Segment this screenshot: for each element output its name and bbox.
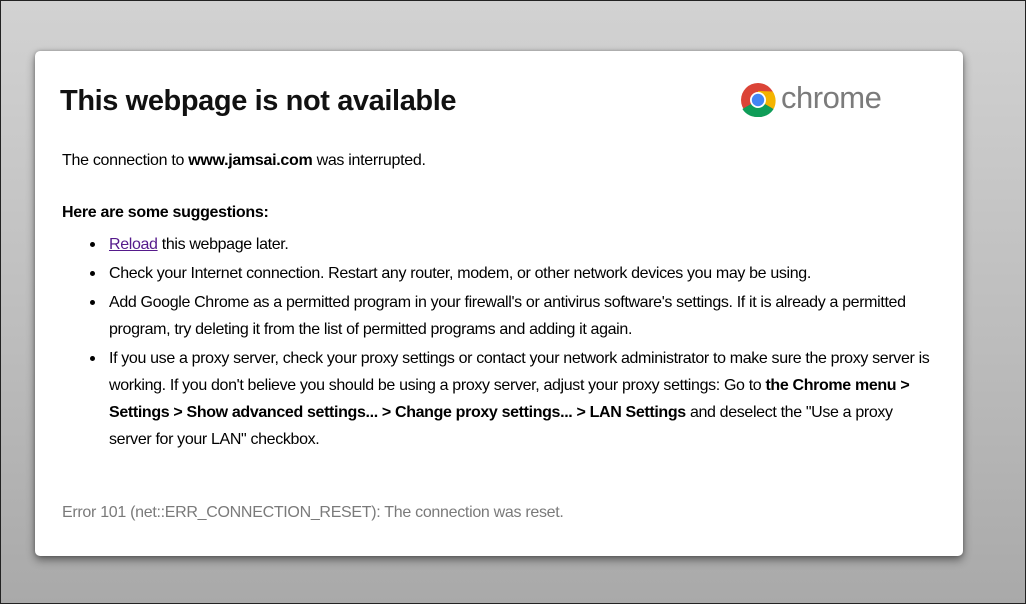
reload-link[interactable]: Reload [109, 236, 158, 253]
chrome-logo-icon [740, 82, 776, 118]
suggestion-proxy: If you use a proxy server, check your pr… [90, 345, 939, 453]
suggestions-list: Reload this webpage later. Check your In… [90, 231, 939, 455]
check-connection-text: Check your Internet connection. Restart … [109, 265, 811, 282]
connection-message: The connection to www.jamsai.com was int… [62, 152, 426, 170]
suggestion-firewall: Add Google Chrome as a permitted program… [90, 289, 939, 343]
suggestions-heading: Here are some suggestions: [62, 204, 269, 221]
suggestion-check-connection: Check your Internet connection. Restart … [90, 260, 939, 287]
error-card: chrome This webpage is not available The… [35, 51, 963, 556]
chrome-brand: chrome [740, 78, 882, 122]
host-name: www.jamsai.com [188, 152, 313, 169]
page-title: This webpage is not available [60, 85, 457, 117]
suggestion-reload: Reload this webpage later. [90, 231, 939, 258]
reload-text: this webpage later. [161, 236, 289, 253]
error-code: Error 101 (net::ERR_CONNECTION_RESET): T… [62, 504, 564, 521]
intro-after: was interrupted. [316, 152, 426, 169]
intro-before: The connection to [62, 152, 185, 169]
firewall-text: Add Google Chrome as a permitted program… [109, 294, 906, 338]
brand-name: chrome [781, 79, 882, 115]
